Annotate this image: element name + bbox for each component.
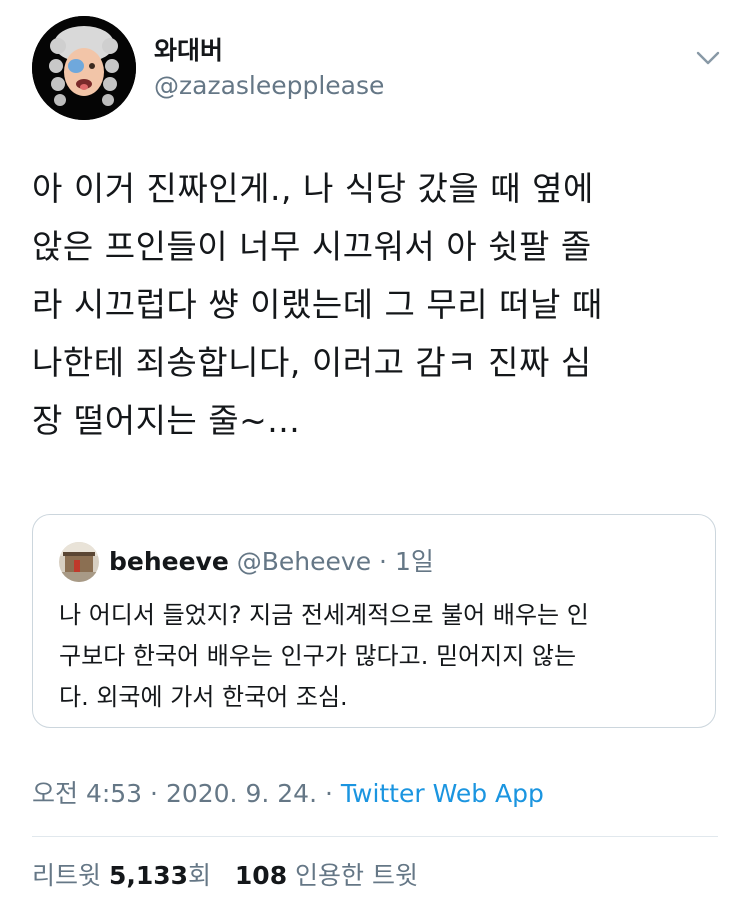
quoted-tweet-header: beheeve @Beheeve · 1일 <box>109 545 434 579</box>
tweet-time[interactable]: 오전 4:53 <box>32 779 142 808</box>
quote-stat[interactable]: 108 인용한 트윗 <box>235 861 418 890</box>
memoji-avatar-icon <box>32 16 136 120</box>
tweet-meta: 오전 4:53 · 2020. 9. 24. · Twitter Web App <box>32 776 544 812</box>
separator: · <box>371 547 395 576</box>
tweet-stats: 리트윗 5,133회 108 인용한 트윗 <box>32 858 418 894</box>
retweet-label: 리트윗 <box>32 861 102 890</box>
quoted-display-name: beheeve <box>109 547 229 576</box>
retweet-suffix: 회 <box>188 861 212 890</box>
author-display-name[interactable]: 와대버 <box>154 36 384 66</box>
tweet-date[interactable]: 2020. 9. 24. <box>166 779 317 808</box>
quoted-tweet-text: 나 어디서 들었지? 지금 전세계적으로 불어 배우는 인 구보다 한국어 배우… <box>59 601 589 711</box>
quoted-handle: @Beheeve <box>236 547 372 576</box>
separator: · <box>317 779 341 808</box>
quote-count: 108 <box>234 861 288 890</box>
tweet-source-link[interactable]: Twitter Web App <box>341 779 544 808</box>
chevron-down-icon[interactable] <box>694 46 722 70</box>
author-handle[interactable]: @zazasleepplease <box>154 68 384 104</box>
quoted-time: 1일 <box>394 547 434 576</box>
retweet-count: 5,133 <box>108 861 189 890</box>
divider <box>32 836 718 837</box>
retweet-stat[interactable]: 리트윗 5,133회 <box>32 861 211 890</box>
tweet-header: 와대버 @zazasleepplease <box>32 16 722 124</box>
tweet-text: 아 이거 진짜인게., 나 식당 갔을 때 옆에 앉은 프인들이 너무 시끄워서… <box>32 169 603 440</box>
profile-photo-icon <box>59 542 99 582</box>
separator: · <box>142 779 166 808</box>
quoted-author-avatar <box>59 542 99 582</box>
quoted-tweet[interactable]: beheeve @Beheeve · 1일 나 어디서 들었지? 지금 전세계적… <box>32 514 716 728</box>
quote-label: 인용한 트윗 <box>295 861 418 890</box>
author-avatar[interactable] <box>32 16 136 120</box>
